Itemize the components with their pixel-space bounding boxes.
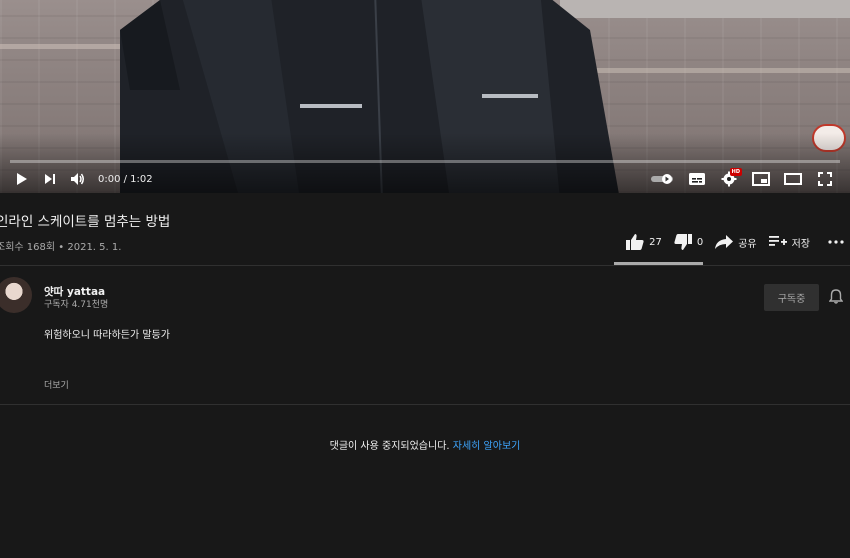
autoplay-toggle-icon — [651, 174, 673, 184]
subtitles-button[interactable] — [684, 173, 710, 185]
subscribed-button[interactable]: 구독중 — [764, 284, 819, 311]
divider — [0, 404, 850, 405]
player-controls: 0:00 / 1:02 HD — [0, 165, 850, 193]
save-button[interactable]: 저장 — [768, 235, 810, 250]
share-button[interactable]: 공유 — [715, 235, 757, 250]
view-count: 조회수 168회 — [0, 242, 56, 253]
video-player[interactable]: 0:00 / 1:02 HD — [0, 0, 850, 193]
comments-disabled-text: 댓글이 사용 중지되었습니다. — [329, 441, 450, 452]
play-button[interactable] — [8, 172, 36, 186]
dislike-count: 0 — [696, 236, 704, 248]
like-button[interactable]: 27 — [626, 234, 662, 250]
meta-separator: • — [58, 242, 65, 253]
share-label: 공유 — [738, 238, 757, 250]
progress-bar[interactable] — [10, 160, 840, 163]
thumbs-up-icon — [626, 234, 644, 250]
video-frame-stripe — [0, 44, 140, 49]
notification-bell-button[interactable] — [828, 289, 844, 308]
autoplay-toggle[interactable] — [648, 173, 678, 185]
show-more-link[interactable]: 더보기 — [44, 378, 69, 391]
volume-button[interactable] — [64, 172, 92, 186]
share-icon — [715, 235, 734, 249]
theater-button[interactable] — [780, 173, 806, 185]
channel-avatar[interactable] — [0, 277, 32, 313]
theater-icon — [784, 173, 802, 185]
time-display: 0:00 / 1:02 — [98, 173, 153, 185]
next-icon — [45, 174, 55, 184]
learn-more-link[interactable]: 자세히 알아보기 — [453, 441, 521, 452]
video-meta: 조회수 168회 • 2021. 5. 1. — [0, 238, 121, 253]
volume-icon — [71, 173, 84, 185]
like-count: 27 — [649, 236, 662, 248]
hd-badge: HD — [729, 168, 742, 176]
player-right-controls: HD — [648, 168, 838, 187]
save-label: 저장 — [791, 238, 810, 250]
subscriber-count: 구독자 4.71천명 — [44, 300, 109, 310]
video-description: 위험하오니 따라하든가 말등가 — [44, 330, 170, 341]
miniplayer-button[interactable] — [748, 172, 774, 186]
more-horizontal-icon — [828, 240, 844, 244]
upload-date: 2021. 5. 1. — [67, 242, 122, 253]
fullscreen-icon — [818, 172, 832, 186]
video-actions: 27 0 공유 저장 — [626, 234, 844, 250]
next-button[interactable] — [36, 172, 64, 186]
settings-button[interactable]: HD — [716, 168, 742, 187]
video-frame-stripe — [585, 68, 850, 73]
divider — [0, 265, 850, 266]
play-icon — [17, 173, 27, 185]
dislike-button[interactable]: 0 — [674, 234, 703, 250]
miniplayer-icon — [752, 172, 770, 186]
bell-icon — [828, 289, 844, 304]
video-title: 인라인 스케이트를 멈추는 방법 — [0, 214, 171, 230]
playlist-add-icon — [768, 236, 787, 246]
thumbs-down-icon — [674, 234, 692, 250]
comments-disabled-notice: 댓글이 사용 중지되었습니다. 자세히 알아보기 — [0, 437, 850, 452]
more-actions-button[interactable] — [828, 240, 844, 244]
subtitles-icon — [689, 173, 705, 185]
fullscreen-button[interactable] — [812, 172, 838, 186]
